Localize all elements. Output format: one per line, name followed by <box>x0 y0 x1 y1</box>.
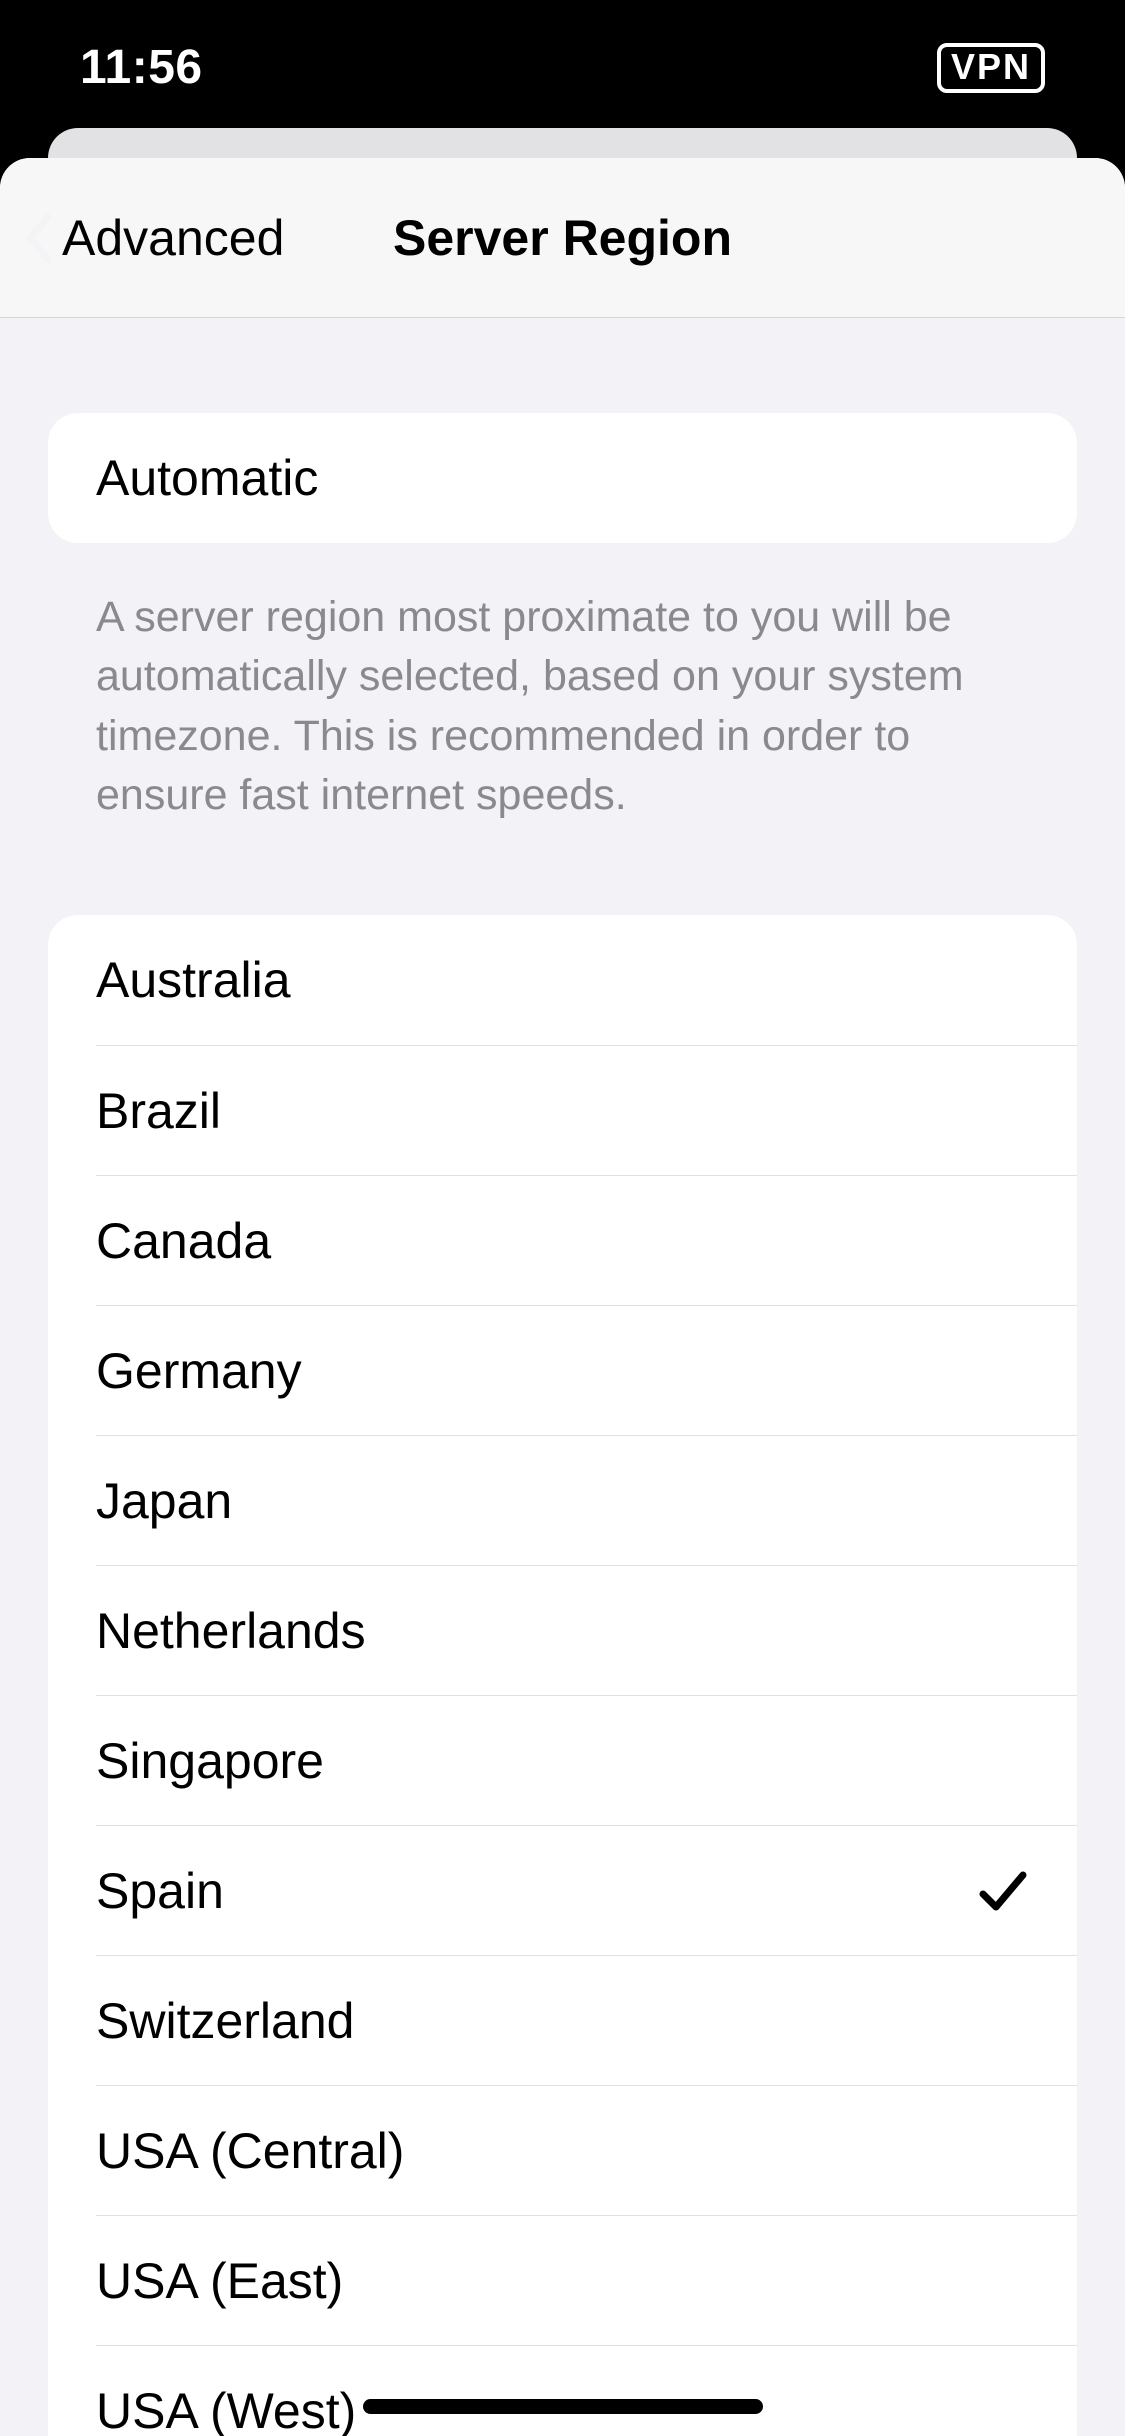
region-label: Australia <box>96 951 291 1009</box>
region-row[interactable]: Germany <box>96 1305 1077 1435</box>
region-label: Netherlands <box>96 1602 366 1660</box>
region-row[interactable]: Australia <box>48 915 1077 1045</box>
navbar: Advanced Server Region <box>0 158 1125 318</box>
back-button[interactable]: Advanced <box>24 158 284 317</box>
region-row[interactable]: USA (East) <box>96 2215 1077 2345</box>
region-row[interactable]: Canada <box>96 1175 1077 1305</box>
regions-section: Australia Brazil Canada Germany Japan Netherl… <box>48 915 1077 2436</box>
region-automatic[interactable]: Automatic <box>48 413 1077 543</box>
region-label: USA (Central) <box>96 2122 404 2180</box>
automatic-section: Automatic <box>48 413 1077 543</box>
region-row[interactable]: Brazil <box>96 1045 1077 1175</box>
region-label: Switzerland <box>96 1992 354 2050</box>
settings-sheet: Advanced Server Region Automatic A serve… <box>0 158 1125 2436</box>
region-label: Automatic <box>96 449 318 507</box>
region-row[interactable]: USA (West) <box>96 2345 1077 2436</box>
content: Automatic A server region most proximate… <box>0 413 1125 2436</box>
chevron-left-icon <box>24 213 54 263</box>
vpn-badge: VPN <box>937 43 1045 93</box>
back-label: Advanced <box>62 209 284 267</box>
region-label: Germany <box>96 1342 302 1400</box>
region-row[interactable]: Singapore <box>96 1695 1077 1825</box>
automatic-explain: A server region most proximate to you wi… <box>0 588 1125 825</box>
region-row[interactable]: USA (Central) <box>96 2085 1077 2215</box>
region-label: Japan <box>96 1472 232 1530</box>
status-bar: 11:56 VPN <box>0 0 1125 135</box>
home-indicator <box>363 2399 763 2414</box>
region-label: USA (East) <box>96 2252 343 2310</box>
checkmark-icon <box>977 1867 1029 1915</box>
region-row[interactable]: Spain <box>96 1825 1077 1955</box>
status-time: 11:56 <box>80 40 203 95</box>
region-label: USA (West) <box>96 2382 356 2436</box>
region-row[interactable]: Switzerland <box>96 1955 1077 2085</box>
region-label: Brazil <box>96 1082 221 1140</box>
region-label: Singapore <box>96 1732 324 1790</box>
region-row[interactable]: Japan <box>96 1435 1077 1565</box>
region-label: Spain <box>96 1862 224 1920</box>
region-label: Canada <box>96 1212 271 1270</box>
page-title: Server Region <box>393 209 732 267</box>
region-row[interactable]: Netherlands <box>96 1565 1077 1695</box>
